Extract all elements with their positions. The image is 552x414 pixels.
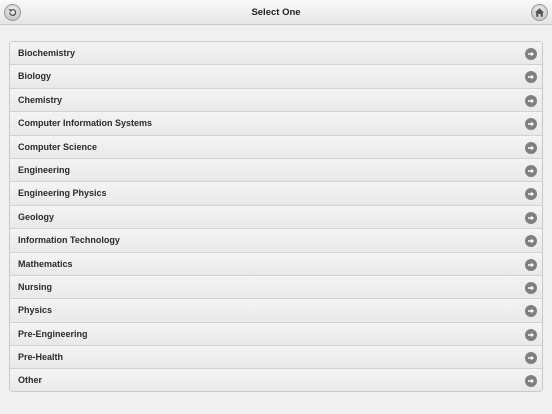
chevron-right-icon xyxy=(525,118,537,131)
chevron-right-icon xyxy=(525,328,537,341)
list-item[interactable]: Mathematics xyxy=(10,252,542,276)
chevron-right-icon xyxy=(525,188,537,201)
list-item[interactable]: Biochemistry xyxy=(10,42,542,66)
list-item-label: Information Technology xyxy=(18,235,120,246)
list-item-label: Other xyxy=(18,375,43,386)
home-button[interactable] xyxy=(531,4,548,21)
list-item-label: Pre-Health xyxy=(18,352,64,363)
home-icon xyxy=(534,8,545,17)
list-item-label: Pre-Engineering xyxy=(18,328,88,339)
list-item[interactable]: Engineering Physics xyxy=(10,182,542,206)
chevron-right-icon xyxy=(525,94,537,107)
chevron-right-icon xyxy=(525,375,537,388)
list-item-label: Computer Science xyxy=(18,141,98,152)
top-toolbar: Select One xyxy=(0,0,552,25)
chevron-right-icon xyxy=(525,352,537,365)
subject-list: Biochemistry Biology Chemistry Computer … xyxy=(9,41,543,392)
list-item[interactable]: Other xyxy=(10,369,542,391)
chevron-right-icon xyxy=(525,71,537,84)
list-item[interactable]: Pre-Health xyxy=(10,346,542,370)
list-item[interactable]: Nursing xyxy=(10,275,542,300)
chevron-right-icon xyxy=(525,281,537,294)
chevron-right-icon xyxy=(525,141,537,154)
list-item[interactable]: Computer Science xyxy=(10,135,542,159)
chevron-right-icon xyxy=(525,258,537,271)
list-item[interactable]: Physics xyxy=(10,299,542,323)
list-item-label: Computer Information Systems xyxy=(18,118,153,129)
chevron-right-icon xyxy=(525,305,537,318)
list-item[interactable]: Pre-Engineering xyxy=(10,322,542,347)
list-item-label: Biology xyxy=(18,71,51,82)
chevron-right-icon xyxy=(525,48,537,60)
list-item-label: Engineering Physics xyxy=(18,188,107,199)
list-item-label: Chemistry xyxy=(18,94,63,105)
list-item[interactable]: Chemistry xyxy=(10,88,542,113)
chevron-right-icon xyxy=(525,164,537,177)
chevron-right-icon xyxy=(525,235,537,248)
list-item-label: Biochemistry xyxy=(18,48,76,58)
list-item-label: Geology xyxy=(18,211,55,222)
page-title: Select One xyxy=(251,7,301,18)
list-item[interactable]: Information Technology xyxy=(10,229,542,253)
list-item[interactable]: Engineering xyxy=(10,158,542,183)
chevron-right-icon xyxy=(525,211,537,224)
list-item-label: Mathematics xyxy=(18,258,73,269)
list-item-label: Physics xyxy=(18,305,53,316)
list-item[interactable]: Computer Information Systems xyxy=(10,112,542,136)
list-item[interactable]: Biology xyxy=(10,65,542,89)
list-item-label: Nursing xyxy=(18,281,53,292)
list-item-label: Engineering xyxy=(18,164,71,175)
list-item[interactable]: Geology xyxy=(10,205,542,230)
